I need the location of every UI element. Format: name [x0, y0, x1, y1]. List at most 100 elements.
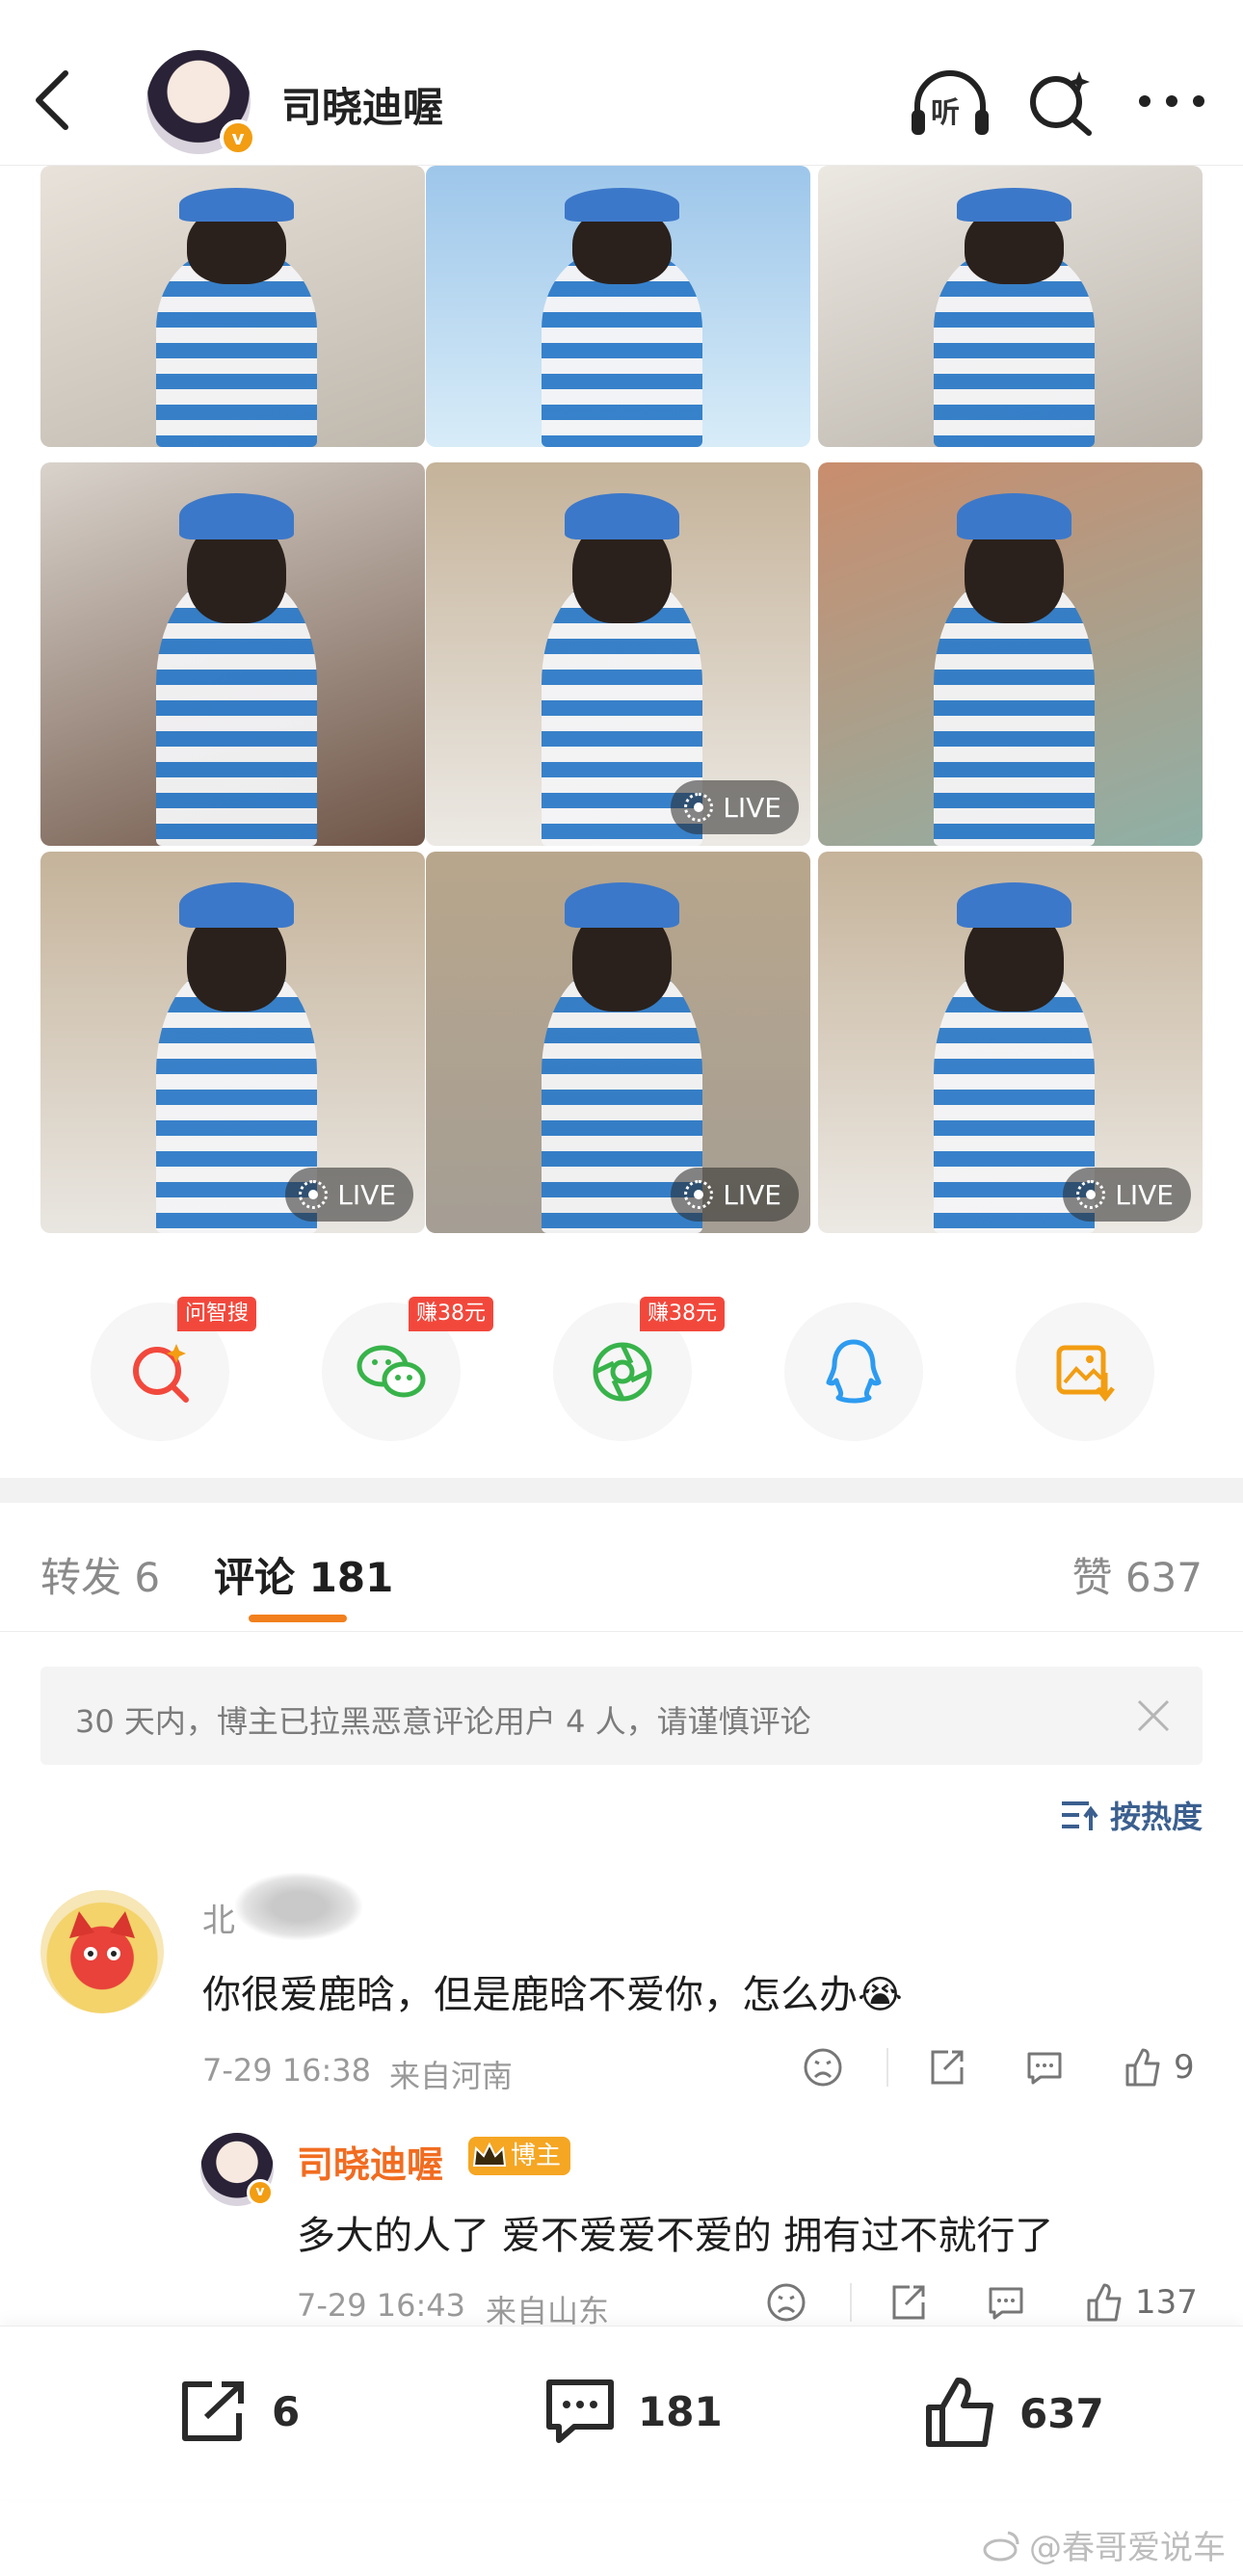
like-button[interactable]: 637 — [923, 2377, 1104, 2450]
live-photo-icon — [299, 1180, 329, 1209]
photo-tile[interactable]: LIVE — [818, 852, 1203, 1233]
more-button[interactable] — [1133, 87, 1210, 116]
chevron-left-icon — [36, 70, 68, 130]
share-wechat[interactable]: 赚38元 — [322, 1297, 493, 1441]
share-icon — [182, 2381, 244, 2441]
comment-like-count: 9 — [1174, 2048, 1195, 2087]
action-separator — [886, 2048, 888, 2087]
watermark-text: @春哥爱说车 — [1029, 2529, 1226, 2567]
photo-subject-cap — [564, 492, 680, 539]
reply-reply-button[interactable] — [985, 2281, 1027, 2324]
photo-tile[interactable] — [40, 166, 425, 447]
live-label: LIVE — [723, 1178, 781, 1211]
back-button[interactable] — [23, 62, 85, 139]
reply-text[interactable]: 多大的人了 爱不爱爱不爱的 拥有过不就行了 — [297, 2204, 1053, 2260]
author-badge: 博主 — [468, 2137, 571, 2175]
action-separator — [850, 2283, 852, 2322]
save-image-icon — [1056, 1345, 1115, 1403]
thumbs-up-icon — [926, 2378, 993, 2447]
moments-icon — [593, 1342, 652, 1402]
live-label: LIVE — [337, 1178, 396, 1211]
photo-subject-cap — [564, 188, 680, 223]
commenter-avatar[interactable] — [40, 1890, 164, 2013]
share-tag: 赚38元 — [409, 1297, 493, 1331]
sort-label: 按热度 — [1109, 1799, 1203, 1835]
reply-comment-button[interactable] — [1023, 2046, 1066, 2089]
wechat-icon — [357, 1345, 426, 1398]
share-save-image[interactable] — [1016, 1302, 1154, 1441]
active-tab-indicator — [249, 1615, 347, 1622]
live-badge: LIVE — [285, 1168, 413, 1222]
share-moments[interactable]: 赚38元 — [553, 1297, 725, 1441]
photo-subject-cap — [956, 188, 1072, 223]
reply-verified-badge: v — [247, 2179, 274, 2206]
comment-location: 来自河南 — [389, 2058, 514, 2094]
photo-subject-cap — [956, 492, 1072, 539]
live-label: LIVE — [723, 791, 781, 824]
photo-tile[interactable] — [818, 462, 1203, 846]
tab-likes[interactable]: 赞 637 — [1071, 1545, 1203, 1604]
reply-repost-button[interactable] — [886, 2281, 929, 2324]
photo-tile[interactable] — [40, 462, 425, 846]
comment-text[interactable]: 你很爱鹿晗，但是鹿晗不爱你，怎么办😭 — [202, 1963, 903, 2019]
sort-icon — [1061, 1801, 1098, 1830]
share-tag: 赚38元 — [640, 1297, 725, 1331]
listen-button[interactable]: 听 — [910, 67, 991, 139]
thumbs-up-icon — [1087, 2283, 1122, 2322]
cartoon-avatar-icon — [69, 1911, 135, 1960]
photo-subject-cap — [956, 881, 1072, 929]
comment-button[interactable]: 181 — [542, 2377, 723, 2446]
comment-count: 181 — [638, 2387, 723, 2435]
reply-like-count: 137 — [1135, 2283, 1198, 2322]
photo-subject-cap — [178, 188, 295, 223]
dislike-button[interactable] — [802, 2046, 844, 2089]
sad-face-icon — [804, 2048, 842, 2087]
share-ai-search[interactable]: 问智搜 — [91, 1297, 257, 1441]
redacted-name — [235, 1873, 362, 1940]
reply-author-name[interactable]: 司晓迪喔 — [297, 2135, 443, 2188]
page-title[interactable]: 司晓迪喔 — [281, 75, 443, 134]
photo-subject-cap — [178, 881, 295, 929]
comment-icon — [546, 2379, 614, 2443]
reply-dislike-button[interactable] — [765, 2281, 807, 2324]
close-notice-button[interactable] — [1133, 1695, 1174, 1736]
thumbs-up-icon — [1125, 2048, 1160, 2087]
ai-search-icon — [133, 1344, 189, 1403]
weibo-logo-icon — [983, 2531, 1019, 2561]
live-badge: LIVE — [671, 780, 799, 834]
repost-button[interactable]: 6 — [175, 2377, 300, 2446]
top-bar: v 司晓迪喔 听 — [0, 0, 1243, 166]
reply-like-button[interactable]: 137 — [1083, 2281, 1198, 2324]
commenter-name[interactable]: 北 — [202, 1894, 235, 1941]
sad-face-icon — [767, 2283, 806, 2322]
interaction-tabs: 转发 6 评论 181 赞 637 — [0, 1503, 1243, 1632]
live-label: LIVE — [1115, 1178, 1174, 1211]
photo-tile[interactable] — [426, 166, 810, 447]
author-badge-label: 博主 — [511, 2142, 562, 2170]
watermark: @春哥爱说车 — [983, 2521, 1226, 2568]
repost-count: 6 — [272, 2387, 301, 2435]
tab-reposts[interactable]: 转发 6 — [40, 1545, 160, 1604]
comment-icon — [989, 2287, 1023, 2320]
header-avatar[interactable]: v — [146, 50, 256, 156]
sort-button[interactable]: 按热度 — [1060, 1794, 1203, 1836]
photo-tile[interactable]: LIVE — [426, 852, 810, 1233]
share-qq[interactable] — [784, 1302, 923, 1441]
live-photo-icon — [684, 1180, 714, 1209]
notice-text: 30 天内，博主已拉黑恶意评论用户 4 人，请谨慎评论 — [75, 1703, 811, 1740]
photo-tile[interactable]: LIVE — [426, 462, 810, 846]
photo-tile[interactable]: LIVE — [40, 852, 425, 1233]
share-tag: 问智搜 — [177, 1297, 257, 1331]
comment-icon — [1027, 2052, 1062, 2085]
like-comment-button[interactable]: 9 — [1122, 2046, 1195, 2089]
live-badge: LIVE — [1063, 1168, 1191, 1222]
share-icon — [931, 2050, 964, 2085]
comment-notice: 30 天内，博主已拉黑恶意评论用户 4 人，请谨慎评论 — [40, 1667, 1203, 1765]
repost-comment-button[interactable] — [925, 2046, 967, 2089]
live-photo-icon — [684, 793, 714, 822]
tab-comments[interactable]: 评论 181 — [214, 1545, 393, 1604]
ai-search-button[interactable] — [1025, 67, 1095, 137]
comment-time: 7-29 16:38 — [202, 2052, 372, 2089]
photo-tile[interactable] — [818, 166, 1203, 447]
listen-label: 听 — [931, 96, 960, 130]
